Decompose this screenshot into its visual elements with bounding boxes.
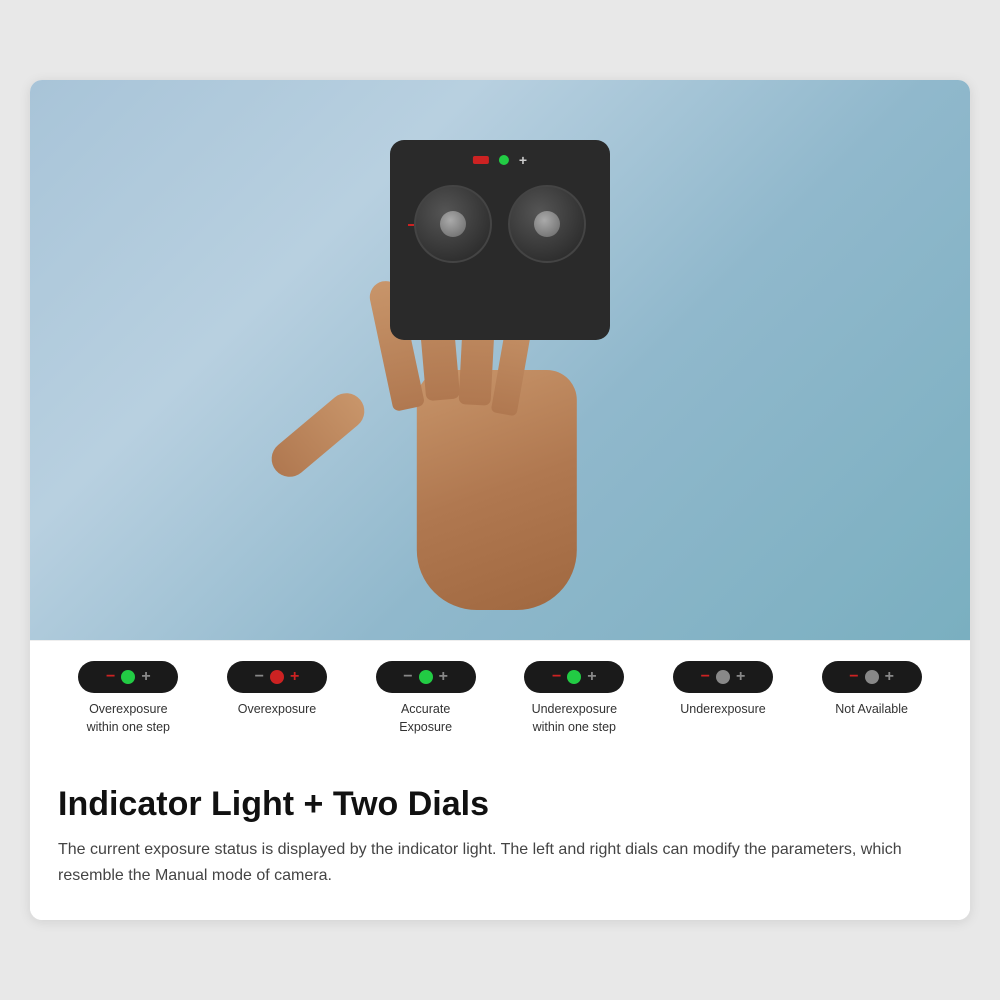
led-badge-not-available: − + (822, 661, 922, 693)
led-dot-3 (419, 670, 433, 684)
exposure-meter-device: + (390, 140, 610, 340)
led-badge-overexposure: − + (227, 661, 327, 693)
led-minus-4: − (552, 669, 561, 685)
hand-device-illustration: + (260, 110, 740, 610)
led-label-4: Underexposurewithin one step (532, 701, 617, 736)
led-minus-1: − (106, 669, 115, 685)
indicator-item-accurate-exposure: − + AccurateExposure (366, 661, 486, 736)
indicators-row: − + Overexposurewithin one step − + Over… (54, 661, 946, 736)
led-badge-accurate-exposure: − + (376, 661, 476, 693)
indicator-item-not-available: − + Not Available (812, 661, 932, 719)
led-plus-5: + (736, 669, 745, 685)
text-section: Indicator Light + Two Dials The current … (30, 760, 970, 920)
indicator-item-underexposure: − + Underexposure (663, 661, 783, 719)
led-label-2: Overexposure (238, 701, 317, 719)
led-dot-2 (270, 670, 284, 684)
product-photo: + (30, 80, 970, 640)
device-indicator-red (473, 156, 489, 164)
led-dot-4 (567, 670, 581, 684)
device-indicator-plus: + (519, 152, 527, 168)
dial-left (414, 185, 492, 263)
led-plus-3: + (439, 669, 448, 685)
indicator-item-overexposure-within-step: − + Overexposurewithin one step (68, 661, 188, 736)
device-top-bar: + (473, 152, 527, 168)
led-dot-6 (865, 670, 879, 684)
device-indicator-green (499, 155, 509, 165)
led-minus-2: − (255, 669, 264, 685)
led-minus-5: − (701, 669, 710, 685)
main-description: The current exposure status is displayed… (58, 837, 942, 890)
main-title: Indicator Light + Two Dials (58, 784, 942, 825)
led-plus-2: + (290, 669, 299, 685)
led-label-1: Overexposurewithin one step (87, 701, 170, 736)
led-dot-5 (716, 670, 730, 684)
led-plus-6: + (885, 669, 894, 685)
device-dials (414, 185, 586, 263)
led-dot-1 (121, 670, 135, 684)
led-minus-6: − (849, 669, 858, 685)
led-plus-1: + (141, 669, 150, 685)
indicator-item-underexposure-within-step: − + Underexposurewithin one step (514, 661, 634, 736)
dial-left-red-line (408, 224, 414, 226)
led-label-3: AccurateExposure (399, 701, 452, 736)
led-minus-3: − (403, 669, 412, 685)
led-badge-underexposure: − + (673, 661, 773, 693)
led-plus-4: + (587, 669, 596, 685)
led-label-6: Not Available (835, 701, 908, 719)
product-card: + (30, 80, 970, 920)
indicator-section: − + Overexposurewithin one step − + Over… (30, 640, 970, 760)
led-badge-overexposure-within-step: − + (78, 661, 178, 693)
thumb (264, 386, 371, 484)
led-label-5: Underexposure (680, 701, 765, 719)
indicator-item-overexposure: − + Overexposure (217, 661, 337, 719)
dial-right (508, 185, 586, 263)
led-badge-underexposure-within-step: − + (524, 661, 624, 693)
